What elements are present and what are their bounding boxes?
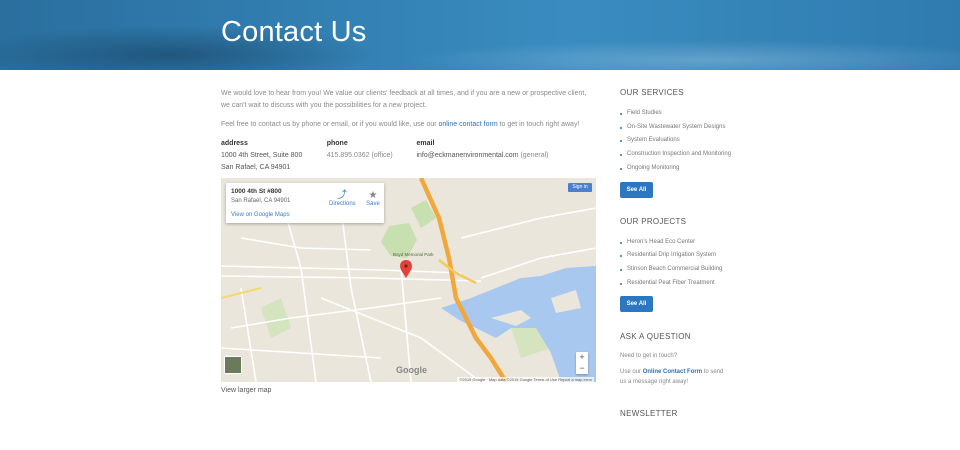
view-larger-map-link[interactable]: View larger map [221, 387, 271, 394]
email-line: info@eckmanenvironmental.com (general) [416, 150, 596, 162]
main-content: We would love to hear from you! We value… [221, 88, 596, 174]
address-line1: 1000 4th Street, Suite 800 [221, 152, 303, 159]
embedded-map[interactable]: Boyd Memorial Park 1000 4th St #800 San … [221, 178, 596, 382]
view-on-google-maps-link[interactable]: View on Google Maps [231, 212, 290, 218]
contact-text-after: to get in touch right away! [497, 121, 580, 128]
park-label: Boyd Memorial Park [393, 252, 434, 257]
services-heading: OUR SERVICES [620, 88, 684, 97]
directions-button[interactable]: ⤴ Directions [329, 190, 356, 207]
projects-see-all-button[interactable]: See All [620, 296, 653, 313]
directions-label: Directions [329, 201, 356, 207]
sidebar: OUR SERVICES Field Studies On-Site Waste… [620, 88, 770, 428]
email-link[interactable]: info@eckmanenvironmental.com [416, 152, 518, 159]
map-attribution: ©2015 Google · Map data ©2015 Google Ter… [457, 377, 594, 382]
service-item[interactable]: Construction Inspection and Monitoring [620, 148, 770, 162]
address-label: address [221, 140, 248, 147]
satellite-toggle-thumbnail[interactable] [224, 356, 242, 374]
map-info-card: 1000 4th St #800 San Rafael, CA 94901 Vi… [226, 183, 384, 223]
project-item[interactable]: Residential Drip Irrigation System [620, 249, 770, 263]
online-contact-form-link[interactable]: online contact form [439, 121, 498, 128]
project-item[interactable]: Stinson Beach Commercial Building [620, 263, 770, 277]
services-see-all-button[interactable]: See All [620, 181, 653, 198]
zoom-out-button[interactable]: − [576, 363, 588, 374]
contact-details: address 1000 4th Street, Suite 800 San R… [221, 138, 596, 174]
map-card-address: 1000 4th St #800 [231, 188, 282, 195]
directions-icon: ⤴ [337, 190, 347, 201]
email-note: (general) [518, 152, 549, 159]
services-list: Field Studies On-Site Wastewater System … [620, 107, 770, 176]
google-logo: Google [396, 365, 427, 375]
service-item[interactable]: On-Site Wastewater System Designs [620, 121, 770, 135]
contact-text-before: Feel free to contact us by phone or emai… [221, 121, 439, 128]
ask-text-before: Use our [620, 369, 643, 376]
map-zoom-control: + − [576, 352, 588, 374]
ask-question-heading: ASK A QUESTION [620, 332, 691, 342]
page-title: Contact Us [221, 16, 367, 48]
service-item[interactable]: System Evaluations [620, 134, 770, 148]
intro-paragraph: We would love to hear from you! We value… [221, 90, 587, 109]
service-item[interactable]: Field Studies [620, 107, 770, 121]
map-card-city: San Rafael, CA 94901 [231, 198, 291, 204]
phone-label: phone [326, 140, 348, 147]
page-header-banner: Contact Us [0, 0, 960, 70]
email-block: email info@eckmanenvironmental.com (gene… [416, 138, 596, 174]
address-line2: San Rafael, CA 94901 [221, 164, 291, 171]
phone-block: phone 415.895.0362 (office) [327, 138, 417, 174]
save-button[interactable]: ★ Save [365, 190, 381, 207]
zoom-in-button[interactable]: + [576, 352, 588, 363]
online-contact-form-sidebar-link[interactable]: Online Contact Form [643, 369, 702, 375]
projects-heading: OUR PROJECTS [620, 216, 687, 226]
service-item[interactable]: Ongoing Monitoring [620, 162, 770, 176]
save-label: Save [366, 201, 380, 207]
newsletter-heading: NEWSLETTER [620, 409, 678, 419]
email-label: email [416, 140, 435, 147]
map-sign-in-button[interactable]: Sign in [568, 183, 592, 192]
ask-question-text: Use our Online Contact Form to send us a… [620, 367, 730, 387]
projects-list: Heron's Head Eco Center Residential Drip… [620, 236, 770, 291]
contact-paragraph: Feel free to contact us by phone or emai… [221, 119, 596, 131]
phone-value: 415.895.0362 (office) [326, 152, 393, 159]
project-item[interactable]: Heron's Head Eco Center [620, 236, 770, 250]
address-block: address 1000 4th Street, Suite 800 San R… [221, 138, 327, 174]
ask-question-intro: Need to get in touch? [620, 353, 678, 360]
star-icon: ★ [368, 190, 378, 201]
project-item[interactable]: Residential Peat Fiber Treatment [620, 277, 770, 291]
